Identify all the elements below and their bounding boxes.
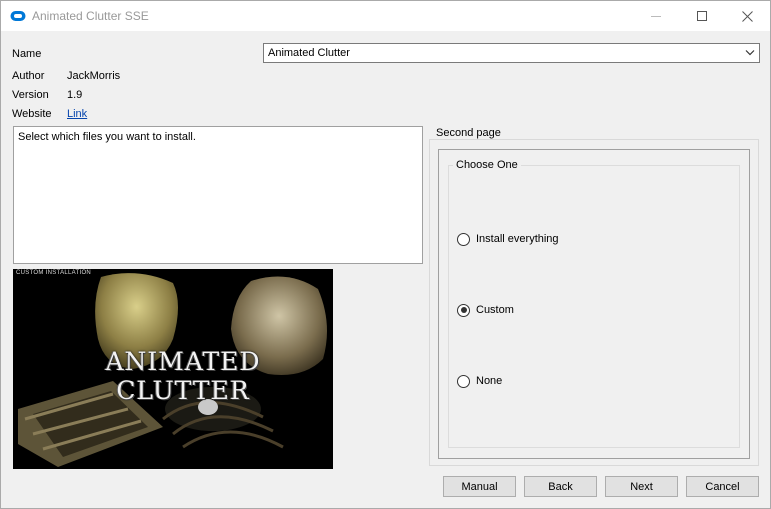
name-dropdown[interactable]: Animated Clutter (263, 43, 760, 63)
preview-image: CUSTOM INSTALLATION ANIMATED CLUTTER (13, 269, 333, 469)
next-button[interactable]: Next (605, 476, 678, 497)
author-value: JackMorris (67, 70, 121, 82)
radio-button-icon (457, 374, 470, 388)
option-label: Install everything (476, 233, 559, 245)
back-button[interactable]: Back (524, 476, 597, 497)
description-box[interactable]: Select which files you want to install. (13, 126, 423, 264)
version-label: Version (12, 89, 49, 101)
page-title: Second page (433, 127, 504, 139)
option-label: Custom (476, 304, 514, 316)
chevron-down-icon (745, 50, 755, 56)
website-link[interactable]: Link (67, 108, 87, 120)
option-custom[interactable]: Custom (457, 302, 514, 318)
minimize-icon (651, 15, 661, 17)
option-label: None (476, 375, 503, 387)
title-bar: Animated Clutter SSE (1, 1, 770, 31)
group-title: Choose One (453, 159, 521, 171)
website-label: Website (12, 108, 52, 120)
close-button[interactable] (724, 1, 770, 31)
maximize-icon (697, 11, 707, 21)
maximize-button[interactable] (679, 1, 725, 31)
image-caption: CUSTOM INSTALLATION (16, 270, 92, 276)
manual-button[interactable]: Manual (443, 476, 516, 497)
version-value: 1.9 (67, 89, 83, 101)
author-label: Author (12, 70, 45, 82)
description-text: Select which files you want to install. (18, 131, 196, 143)
close-icon (741, 10, 753, 22)
image-title: ANIMATED CLUTTER (105, 347, 261, 405)
window-title: Animated Clutter SSE (32, 9, 149, 23)
cloud-logo-icon (10, 11, 26, 21)
radio-button-icon (457, 232, 470, 246)
minimize-button[interactable] (633, 1, 679, 31)
name-label: Name (12, 48, 42, 60)
cancel-button[interactable]: Cancel (686, 476, 759, 497)
radio-button-selected-icon (457, 303, 470, 317)
option-install-everything[interactable]: Install everything (457, 231, 559, 247)
option-none[interactable]: None (457, 373, 502, 389)
installer-window: Animated Clutter SSE Name Animated Clutt… (0, 0, 771, 509)
name-dropdown-value: Animated Clutter (268, 47, 350, 59)
